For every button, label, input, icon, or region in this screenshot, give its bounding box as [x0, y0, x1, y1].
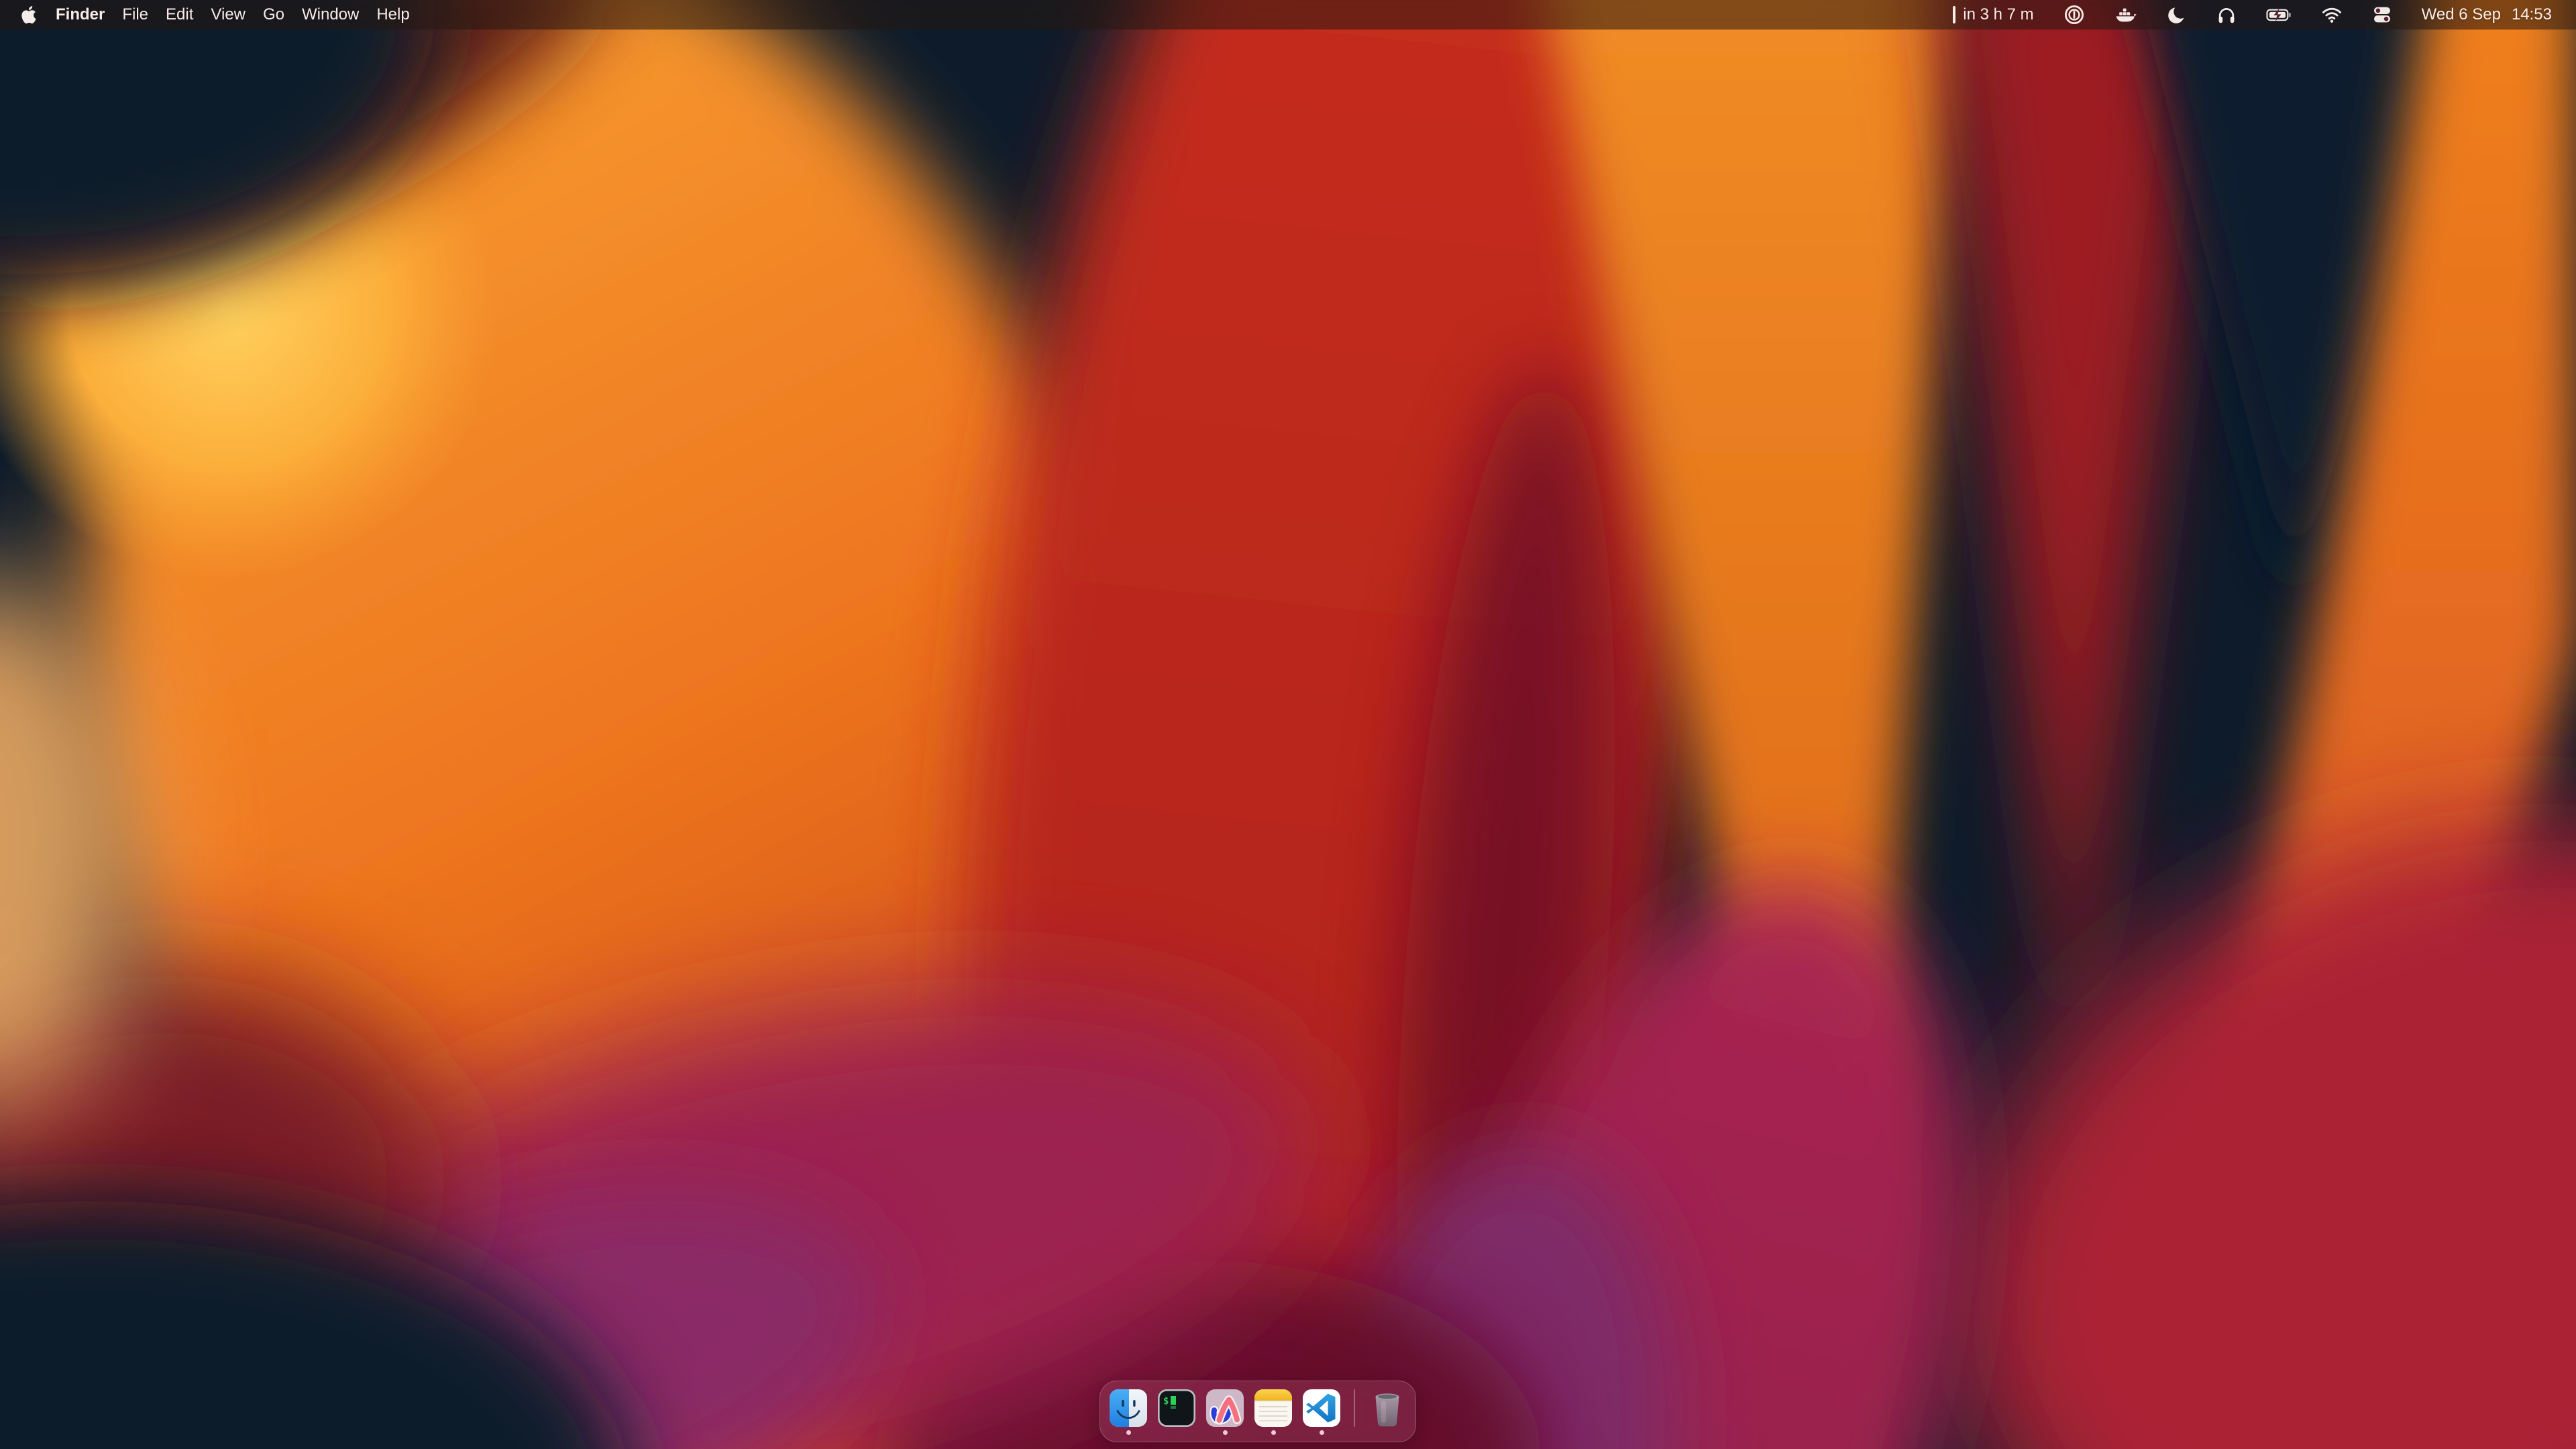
status-timer[interactable]: in 3 h 7 m	[1952, 0, 2033, 30]
dock-item-finder[interactable]	[1110, 1389, 1147, 1436]
app-menu-finder[interactable]: Finder	[47, 0, 113, 30]
menu-bar: Finder File Edit View Go Window Help in …	[0, 0, 2576, 30]
svg-text:$: $	[1163, 1396, 1169, 1407]
clock-date: Wed 6 Sep	[2422, 0, 2501, 30]
status-audio[interactable]	[2216, 5, 2237, 25]
terminal-icon: $	[1158, 1389, 1195, 1427]
clock-time: 14:53	[2512, 0, 2552, 30]
status-focus[interactable]	[2167, 5, 2187, 25]
dock-panel: $	[1099, 1381, 1416, 1442]
menu-bar-left: Finder File Edit View Go Window Help	[19, 0, 419, 30]
status-battery[interactable]	[2266, 5, 2292, 25]
status-wifi[interactable]	[2321, 5, 2343, 24]
menu-edit[interactable]: Edit	[157, 0, 202, 30]
dock-item-trash[interactable]	[1368, 1389, 1406, 1436]
dock-item-notes[interactable]	[1254, 1389, 1292, 1436]
finder-icon	[1110, 1389, 1147, 1427]
desktop[interactable]: Finder File Edit View Go Window Help in …	[0, 0, 2576, 1449]
status-keyhole-ring[interactable]	[2063, 4, 2085, 25]
timer-bar-icon	[1952, 5, 1956, 24]
notes-icon	[1254, 1389, 1292, 1427]
letter-a-ribbon-icon	[1206, 1389, 1244, 1427]
docker-whale-icon	[2114, 5, 2137, 24]
running-indicator	[1126, 1430, 1131, 1435]
menu-file[interactable]: File	[113, 0, 157, 30]
dock-item-terminal[interactable]: $	[1158, 1389, 1195, 1436]
apple-icon	[20, 6, 38, 23]
focus-moon-icon	[2167, 5, 2187, 25]
dock-item-vscode[interactable]	[1303, 1389, 1340, 1436]
menu-bar-status: in 3 h 7 m	[1952, 0, 2552, 30]
status-docker[interactable]	[2114, 5, 2137, 24]
wifi-icon	[2321, 5, 2343, 24]
dock-item-letter-a-app[interactable]	[1206, 1389, 1244, 1436]
status-control-center[interactable]	[2372, 5, 2392, 25]
keyhole-ring-icon	[2063, 4, 2085, 25]
dock-separator	[1354, 1389, 1355, 1427]
vscode-icon	[1303, 1389, 1340, 1427]
dock: $	[1099, 1381, 1416, 1442]
menu-go[interactable]: Go	[254, 0, 293, 30]
menu-window[interactable]: Window	[293, 0, 368, 30]
menu-help[interactable]: Help	[368, 0, 418, 30]
timer-text: in 3 h 7 m	[1963, 0, 2033, 30]
running-indicator	[1320, 1430, 1324, 1435]
menu-clock[interactable]: Wed 6 Sep 14:53	[2422, 0, 2552, 30]
trash-icon	[1368, 1389, 1406, 1427]
running-indicator	[1223, 1430, 1228, 1435]
apple-menu[interactable]	[19, 6, 47, 23]
wallpaper	[0, 0, 2576, 1449]
battery-charging-icon	[2266, 5, 2292, 25]
headphones-icon	[2216, 5, 2237, 25]
menu-view[interactable]: View	[202, 0, 254, 30]
running-indicator	[1271, 1430, 1276, 1435]
control-center-icon	[2372, 5, 2392, 25]
